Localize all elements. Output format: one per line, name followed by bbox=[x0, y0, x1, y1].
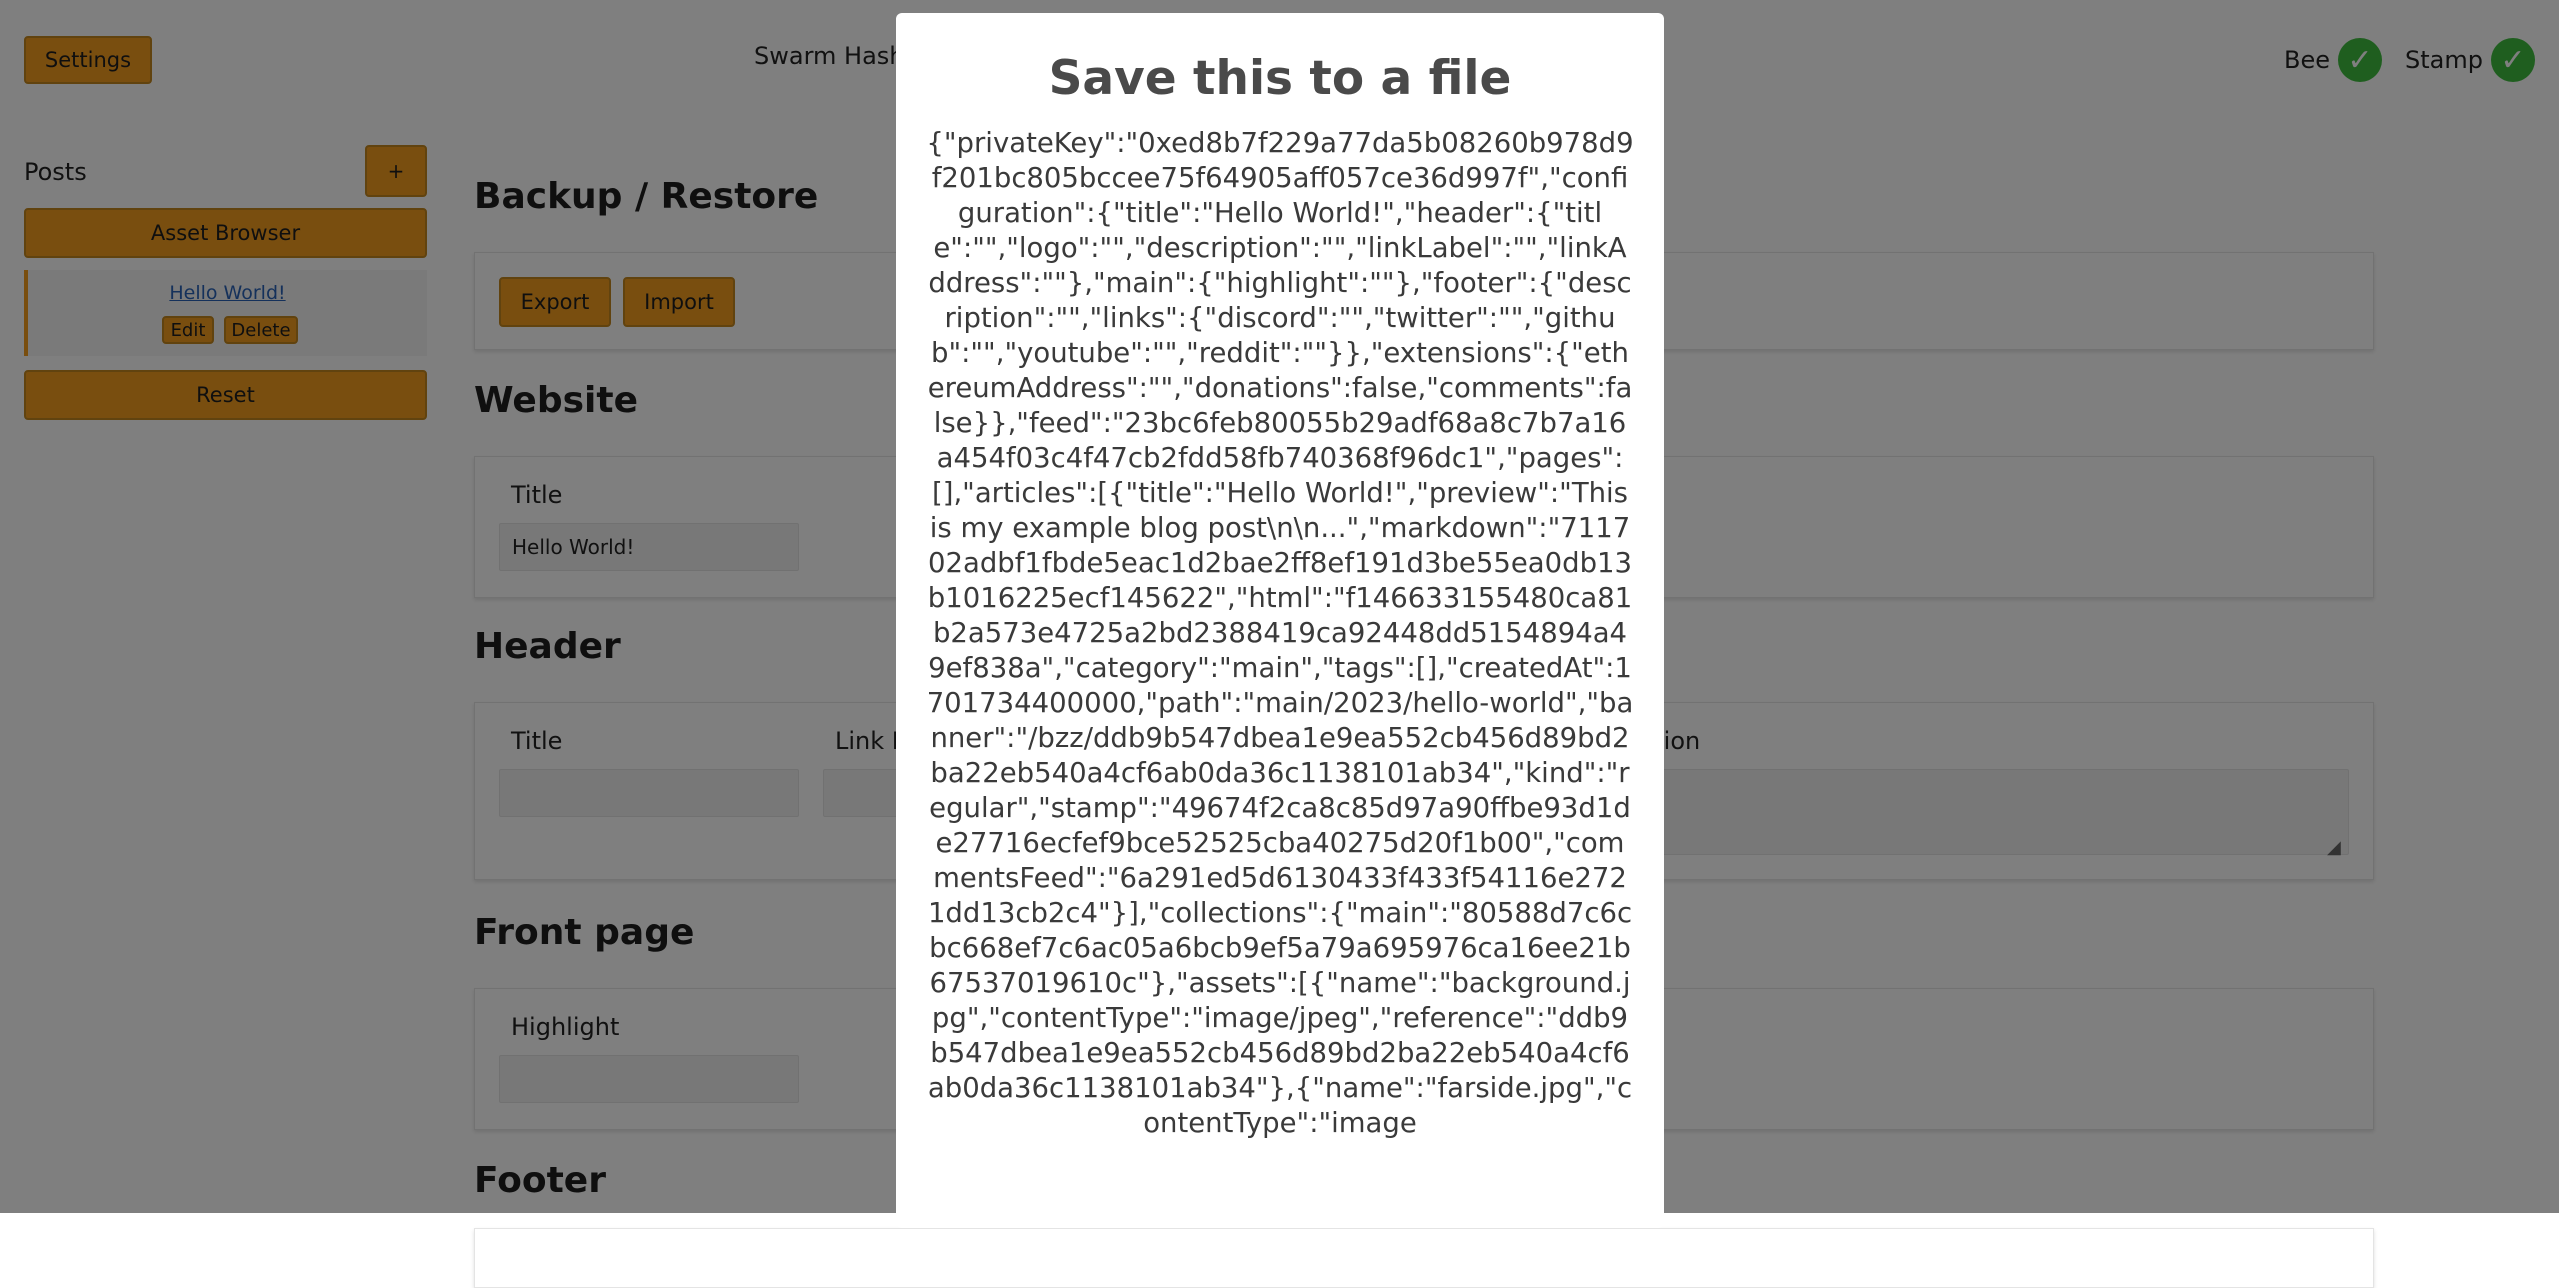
footer-card bbox=[474, 1228, 2374, 1288]
backup-json-text: {"privateKey":"0xed8b7f229a77da5b08260b9… bbox=[926, 127, 1637, 1139]
modal-title: Save this to a file bbox=[1048, 51, 1512, 106]
save-to-file-modal: Save this to a file {"privateKey":"0xed8… bbox=[896, 13, 1664, 1228]
